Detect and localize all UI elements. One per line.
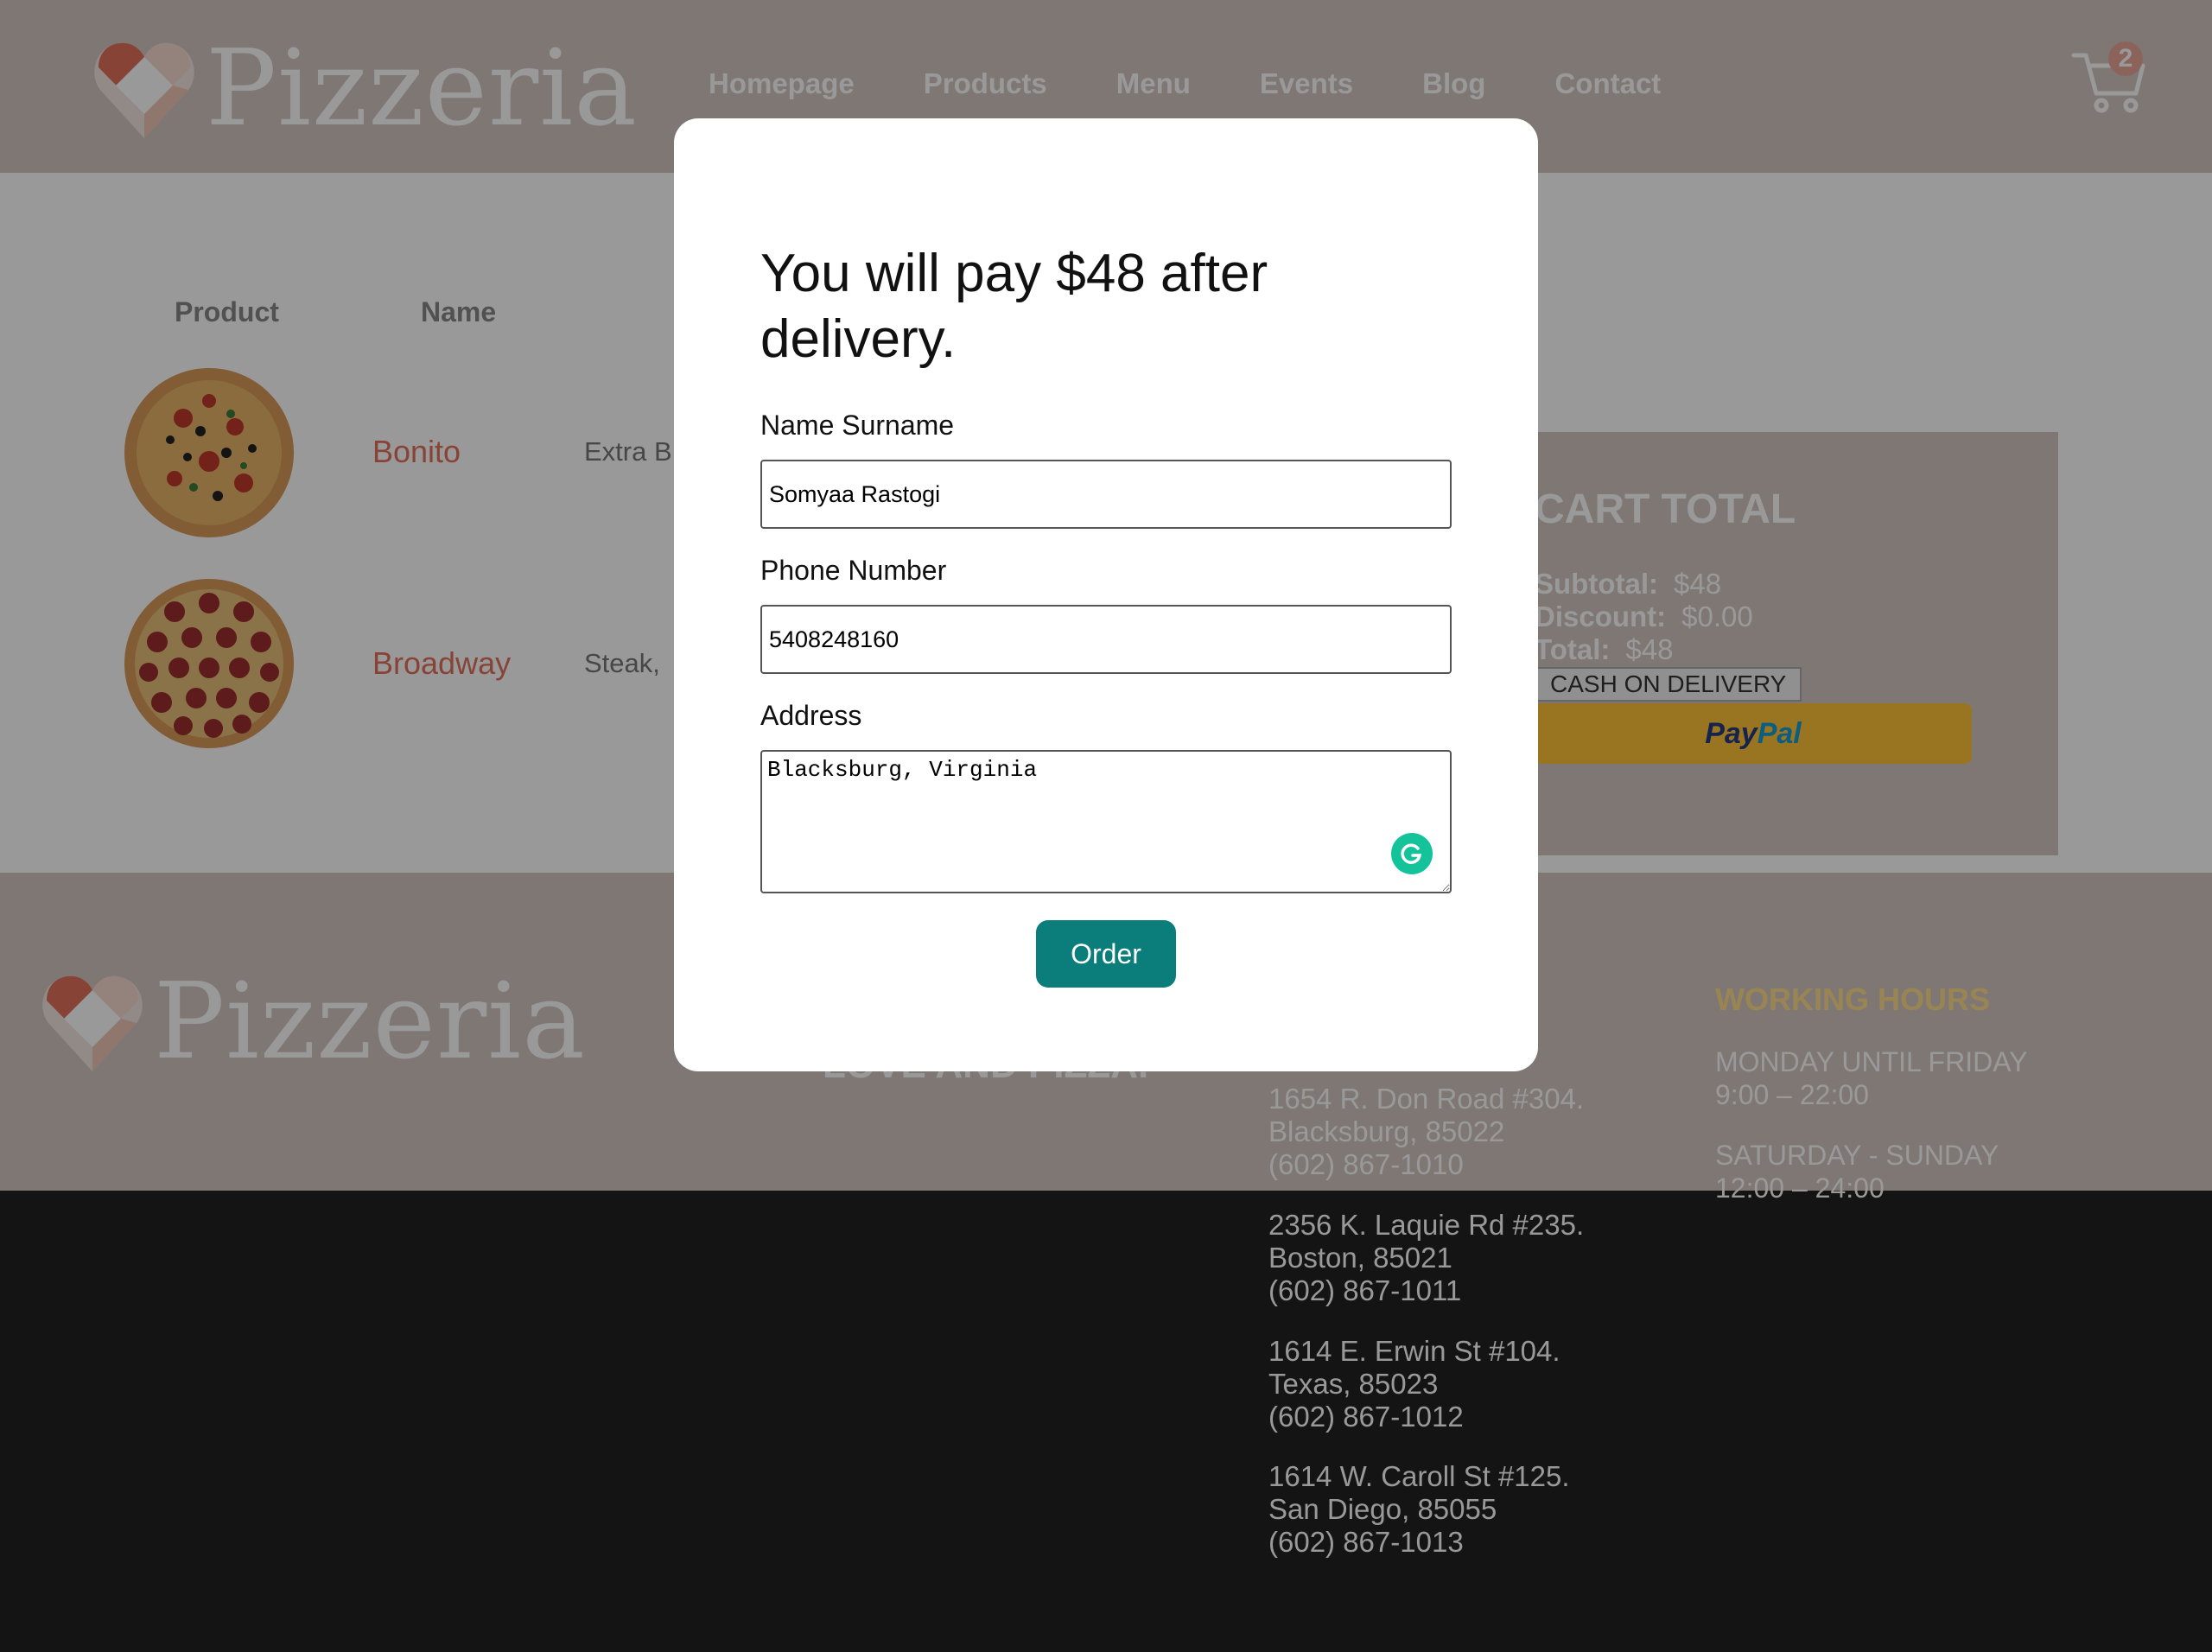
order-button[interactable]: Order [1036,920,1176,988]
name-input[interactable] [760,460,1452,529]
modal-title: You will pay $48 after delivery. [760,244,1268,369]
address-textarea[interactable]: Blacksburg, Virginia [760,750,1452,893]
address-label: Address [760,700,862,731]
grammarly-g-icon [1401,843,1422,864]
grammarly-icon[interactable] [1391,833,1433,874]
name-label: Name Surname [760,410,955,441]
phone-input[interactable] [760,605,1452,674]
checkout-modal: You will pay $48 after delivery. Name Su… [674,118,1538,1071]
phone-label: Phone Number [760,555,947,586]
